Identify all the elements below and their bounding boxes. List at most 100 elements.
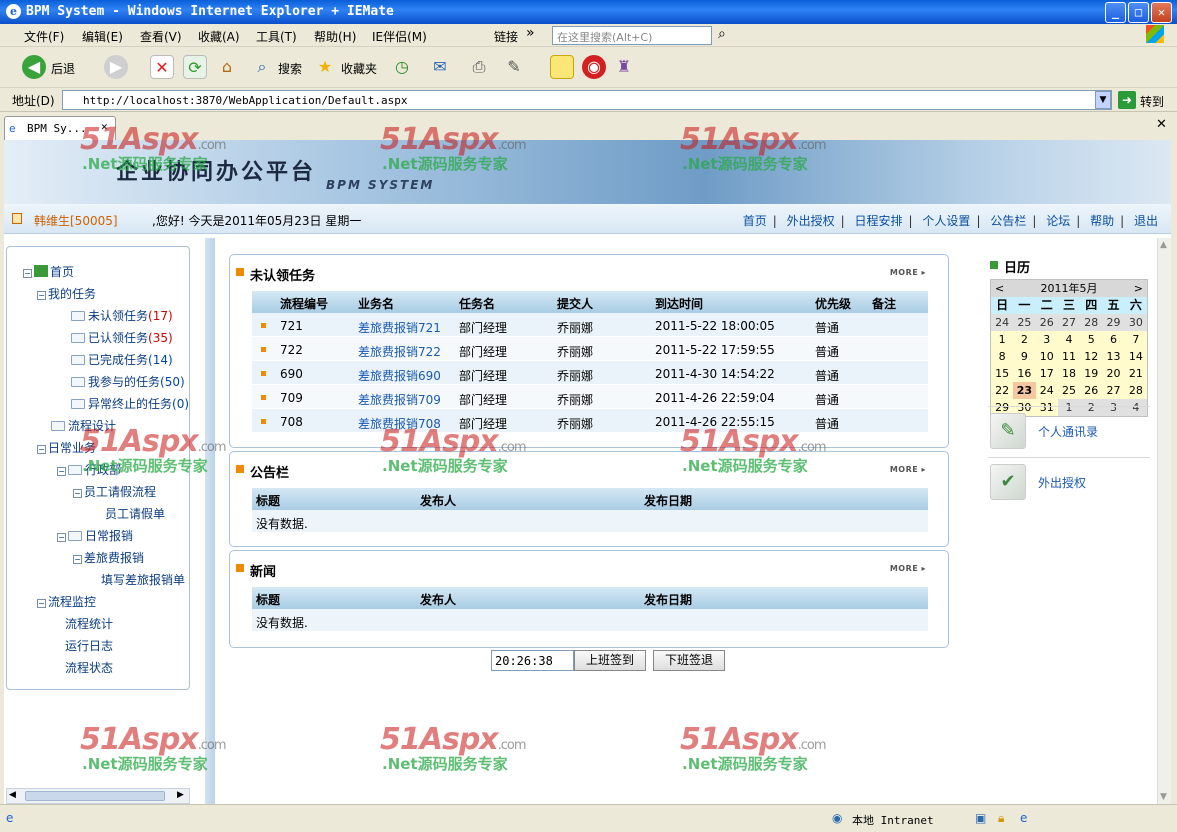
history-icon[interactable]: ◷ <box>390 55 414 79</box>
scroll-right-icon[interactable]: ▶ <box>177 790 184 800</box>
cell-biz-link[interactable]: 差旅费报销721 <box>358 319 441 336</box>
calendar-prev[interactable]: < <box>995 280 1004 297</box>
calendar-day[interactable]: 3 <box>1035 331 1058 348</box>
tree-daily[interactable]: − 日常业务 <box>37 439 96 456</box>
calendar-day[interactable]: 28 <box>1124 382 1147 399</box>
calendar-day[interactable]: 4 <box>1057 331 1081 348</box>
scroll-up-icon[interactable]: ▲ <box>1160 240 1167 250</box>
tree-admin[interactable]: − 行政部 <box>57 461 121 478</box>
news-more-link[interactable]: MORE ▸ <box>890 564 926 573</box>
nav-home[interactable]: 首页 <box>743 214 767 228</box>
address-input[interactable]: http://localhost:3870/WebApplication/Def… <box>62 90 1112 110</box>
tree-claimed[interactable]: 已认领任务(35) <box>71 329 173 346</box>
calendar-day[interactable]: 16 <box>1013 365 1036 382</box>
quicklink-contacts-label[interactable]: 个人通讯录 <box>1038 423 1098 440</box>
collapse-icon[interactable]: − <box>57 533 66 542</box>
tree-unclaimed[interactable]: 未认领任务(17) <box>71 307 173 324</box>
calendar-day[interactable]: 25 <box>1013 314 1036 331</box>
print-icon[interactable]: ⎙ <box>467 55 491 79</box>
scroll-thumb[interactable] <box>25 791 165 801</box>
cell-biz-link[interactable]: 差旅费报销690 <box>358 367 441 384</box>
forward-icon[interactable]: ▶ <box>104 55 128 79</box>
home-icon[interactable]: ⌂ <box>215 55 239 79</box>
calendar-day[interactable]: 6 <box>1102 331 1125 348</box>
mail-icon[interactable]: ✉ <box>428 55 452 79</box>
calendar-day[interactable]: 28 <box>1080 314 1103 331</box>
go-arrow-icon[interactable]: ➜ <box>1118 91 1136 109</box>
menu-view[interactable]: 查看(V) <box>140 28 182 45</box>
calendar-day[interactable]: 29 <box>1102 314 1125 331</box>
links-label[interactable]: 链接 <box>494 28 518 45</box>
notice-more-link[interactable]: MORE ▸ <box>890 465 926 474</box>
search-icon[interactable]: ⌕ <box>250 55 274 79</box>
tree-my-tasks[interactable]: − 我的任务 <box>37 285 96 302</box>
calendar-day[interactable]: 21 <box>1124 365 1147 382</box>
calendar-day[interactable]: 22 <box>991 382 1014 399</box>
scroll-left-icon[interactable]: ◀ <box>9 790 16 800</box>
delegate-icon[interactable]: ✔ <box>990 464 1026 500</box>
calendar-day[interactable]: 30 <box>1124 314 1147 331</box>
nav-delegate[interactable]: 外出授权 <box>787 214 835 228</box>
tree-travel[interactable]: − 差旅费报销 <box>73 549 144 566</box>
collapse-icon[interactable]: − <box>57 467 66 476</box>
calendar-day[interactable]: 20 <box>1102 365 1125 382</box>
favorites-label[interactable]: 收藏夹 <box>341 60 377 77</box>
menu-favorites[interactable]: 收藏(A) <box>198 28 240 45</box>
menu-help[interactable]: 帮助(H) <box>314 28 356 45</box>
calendar-day[interactable]: 18 <box>1057 365 1081 382</box>
collapse-icon[interactable]: − <box>37 291 46 300</box>
calendar-day[interactable]: 8 <box>991 348 1014 365</box>
notes-icon[interactable] <box>550 55 574 79</box>
tree-log[interactable]: 运行日志 <box>65 637 113 654</box>
cell-biz-link[interactable]: 差旅费报销708 <box>358 415 441 432</box>
calendar-day[interactable]: 17 <box>1035 365 1058 382</box>
calendar-day[interactable]: 19 <box>1080 365 1103 382</box>
calendar-day[interactable]: 14 <box>1124 348 1147 365</box>
nav-schedule[interactable]: 日程安排 <box>855 214 903 228</box>
collapse-icon[interactable]: − <box>37 599 46 608</box>
collapse-icon[interactable]: − <box>73 489 82 498</box>
tree-travel-form[interactable]: 填写差旅报销单 <box>101 571 185 588</box>
collapse-icon[interactable]: − <box>23 269 32 278</box>
edit-page-icon[interactable]: ✎ <box>502 55 526 79</box>
address-dropdown-icon[interactable]: ▼ <box>1095 91 1111 109</box>
close-button[interactable]: ✕ <box>1151 2 1172 23</box>
tree-participated[interactable]: 我参与的任务(50) <box>71 373 185 390</box>
collapse-icon[interactable]: − <box>73 555 82 564</box>
table-row[interactable]: 690 差旅费报销690 部门经理 乔丽娜 2011-4-30 14:54:22… <box>252 361 928 385</box>
table-row[interactable]: 709 差旅费报销709 部门经理 乔丽娜 2011-4-26 22:59:04… <box>252 385 928 409</box>
nav-forum[interactable]: 论坛 <box>1046 214 1070 228</box>
calendar-day[interactable]: 13 <box>1102 348 1125 365</box>
clock-input[interactable]: 20:26:38 <box>491 650 574 671</box>
messenger-icon[interactable]: ♜ <box>612 55 636 79</box>
address-book-icon[interactable]: ✎ <box>990 413 1026 449</box>
calendar-day[interactable]: 26 <box>1080 382 1103 399</box>
tree-reimburse[interactable]: − 日常报销 <box>57 527 133 544</box>
tree-monitor[interactable]: − 流程监控 <box>37 593 96 610</box>
table-row[interactable]: 722 差旅费报销722 部门经理 乔丽娜 2011-5-22 17:59:55… <box>252 337 928 361</box>
go-button[interactable]: 转到 <box>1140 93 1164 110</box>
tab-close-icon[interactable]: ✕ <box>101 120 108 133</box>
back-label[interactable]: 后退 <box>51 60 75 77</box>
calendar-day[interactable]: 12 <box>1080 348 1103 365</box>
calendar-day[interactable]: 10 <box>1035 348 1058 365</box>
calendar-day[interactable]: 15 <box>991 365 1014 382</box>
calendar-day[interactable]: 1 <box>991 331 1014 348</box>
back-icon[interactable]: ◀ <box>22 55 46 79</box>
cell-biz-link[interactable]: 差旅费报销722 <box>358 343 441 360</box>
stop-icon[interactable]: ✕ <box>150 55 174 79</box>
tab-bpm[interactable]: e BPM Sy... ✕ <box>4 116 116 140</box>
nav-help[interactable]: 帮助 <box>1090 214 1114 228</box>
cell-biz-link[interactable]: 差旅费报销709 <box>358 391 441 408</box>
calendar-next[interactable]: > <box>1134 280 1143 297</box>
collapse-icon[interactable]: − <box>37 445 46 454</box>
calendar-day[interactable]: 11 <box>1057 348 1081 365</box>
table-row[interactable]: 721 差旅费报销721 部门经理 乔丽娜 2011-5-22 18:00:05… <box>252 313 928 337</box>
nav-notice[interactable]: 公告栏 <box>990 214 1026 228</box>
checkout-button[interactable]: 下班签退 <box>653 650 725 671</box>
quicklink-delegate-label[interactable]: 外出授权 <box>1038 474 1086 491</box>
tree-completed[interactable]: 已完成任务(14) <box>71 351 173 368</box>
quicklink-contacts[interactable]: ✎ 个人通讯录 <box>988 406 1150 452</box>
research-icon[interactable]: ◉ <box>582 55 606 79</box>
menu-file[interactable]: 文件(F) <box>24 28 64 45</box>
